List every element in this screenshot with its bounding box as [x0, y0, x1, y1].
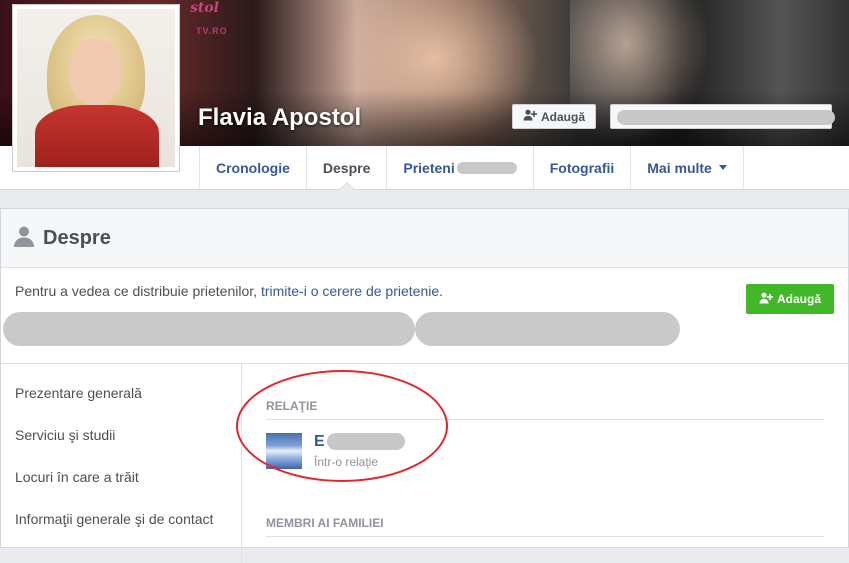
friend-request-notice: Pentru a vedea ce distribuie prietenilor…	[1, 268, 848, 364]
tab-timeline[interactable]: Cronologie	[199, 146, 306, 189]
tab-label: Cronologie	[216, 159, 290, 176]
avatar	[17, 9, 175, 167]
about-panel: Despre Pentru a vedea ce distribuie prie…	[0, 208, 849, 563]
send-friend-request-link[interactable]: trimite-i o cerere de prietenie	[261, 283, 439, 299]
about-header: Despre	[1, 209, 848, 268]
tab-label: Mai multe	[647, 159, 712, 176]
redacted-block	[415, 312, 680, 346]
side-nav-work-education[interactable]: Serviciu şi studii	[15, 427, 115, 443]
notice-prefix: Pentru a vedea ce distribuie prietenilor…	[15, 283, 261, 299]
profile-picture[interactable]	[12, 4, 180, 172]
chevron-down-icon	[718, 165, 727, 170]
side-nav-contact-info[interactable]: Informaţii generale şi de contact	[15, 511, 213, 527]
tab-about[interactable]: Despre	[305, 146, 386, 190]
message-button[interactable]	[610, 104, 835, 129]
cover-watermark-url: TV.RO	[196, 26, 228, 36]
tab-friends[interactable]: Prieteni	[386, 146, 532, 189]
notice-text: Pentru a vedea ce distribuie prietenilor…	[15, 283, 443, 299]
tab-photos[interactable]: Fotografii	[532, 146, 631, 189]
add-friend-icon	[523, 109, 537, 124]
divider	[266, 536, 824, 537]
redacted-count	[456, 161, 517, 174]
tab-label: Despre	[322, 159, 371, 176]
person-icon	[13, 225, 35, 252]
about-side-nav: Prezentare generală Serviciu şi studii L…	[1, 363, 242, 563]
add-friend-button[interactable]: Adaugă	[512, 104, 596, 129]
side-nav-places-lived[interactable]: Locuri în care a trăit	[15, 469, 139, 485]
tab-label: Fotografii	[549, 159, 615, 176]
page-title: Despre	[43, 226, 111, 249]
annotation-circle	[236, 370, 448, 482]
redacted-text	[617, 110, 835, 125]
tab-label: Prieteni	[403, 159, 455, 176]
redacted-block	[3, 312, 415, 346]
notice-suffix: .	[439, 283, 444, 299]
side-nav-overview[interactable]: Prezentare generală	[15, 385, 142, 401]
profile-name[interactable]: Flavia Apostol	[198, 104, 361, 132]
family-section-label: MEMBRI AI FAMILIEI	[266, 516, 384, 530]
add-friend-button-green[interactable]: Adaugă	[746, 284, 834, 314]
add-friend-label: Adaugă	[776, 292, 821, 306]
add-friend-icon	[759, 292, 773, 307]
add-friend-label: Adaugă	[540, 109, 585, 124]
tab-more[interactable]: Mai multe	[630, 146, 744, 189]
cover-watermark: stol	[190, 0, 220, 16]
